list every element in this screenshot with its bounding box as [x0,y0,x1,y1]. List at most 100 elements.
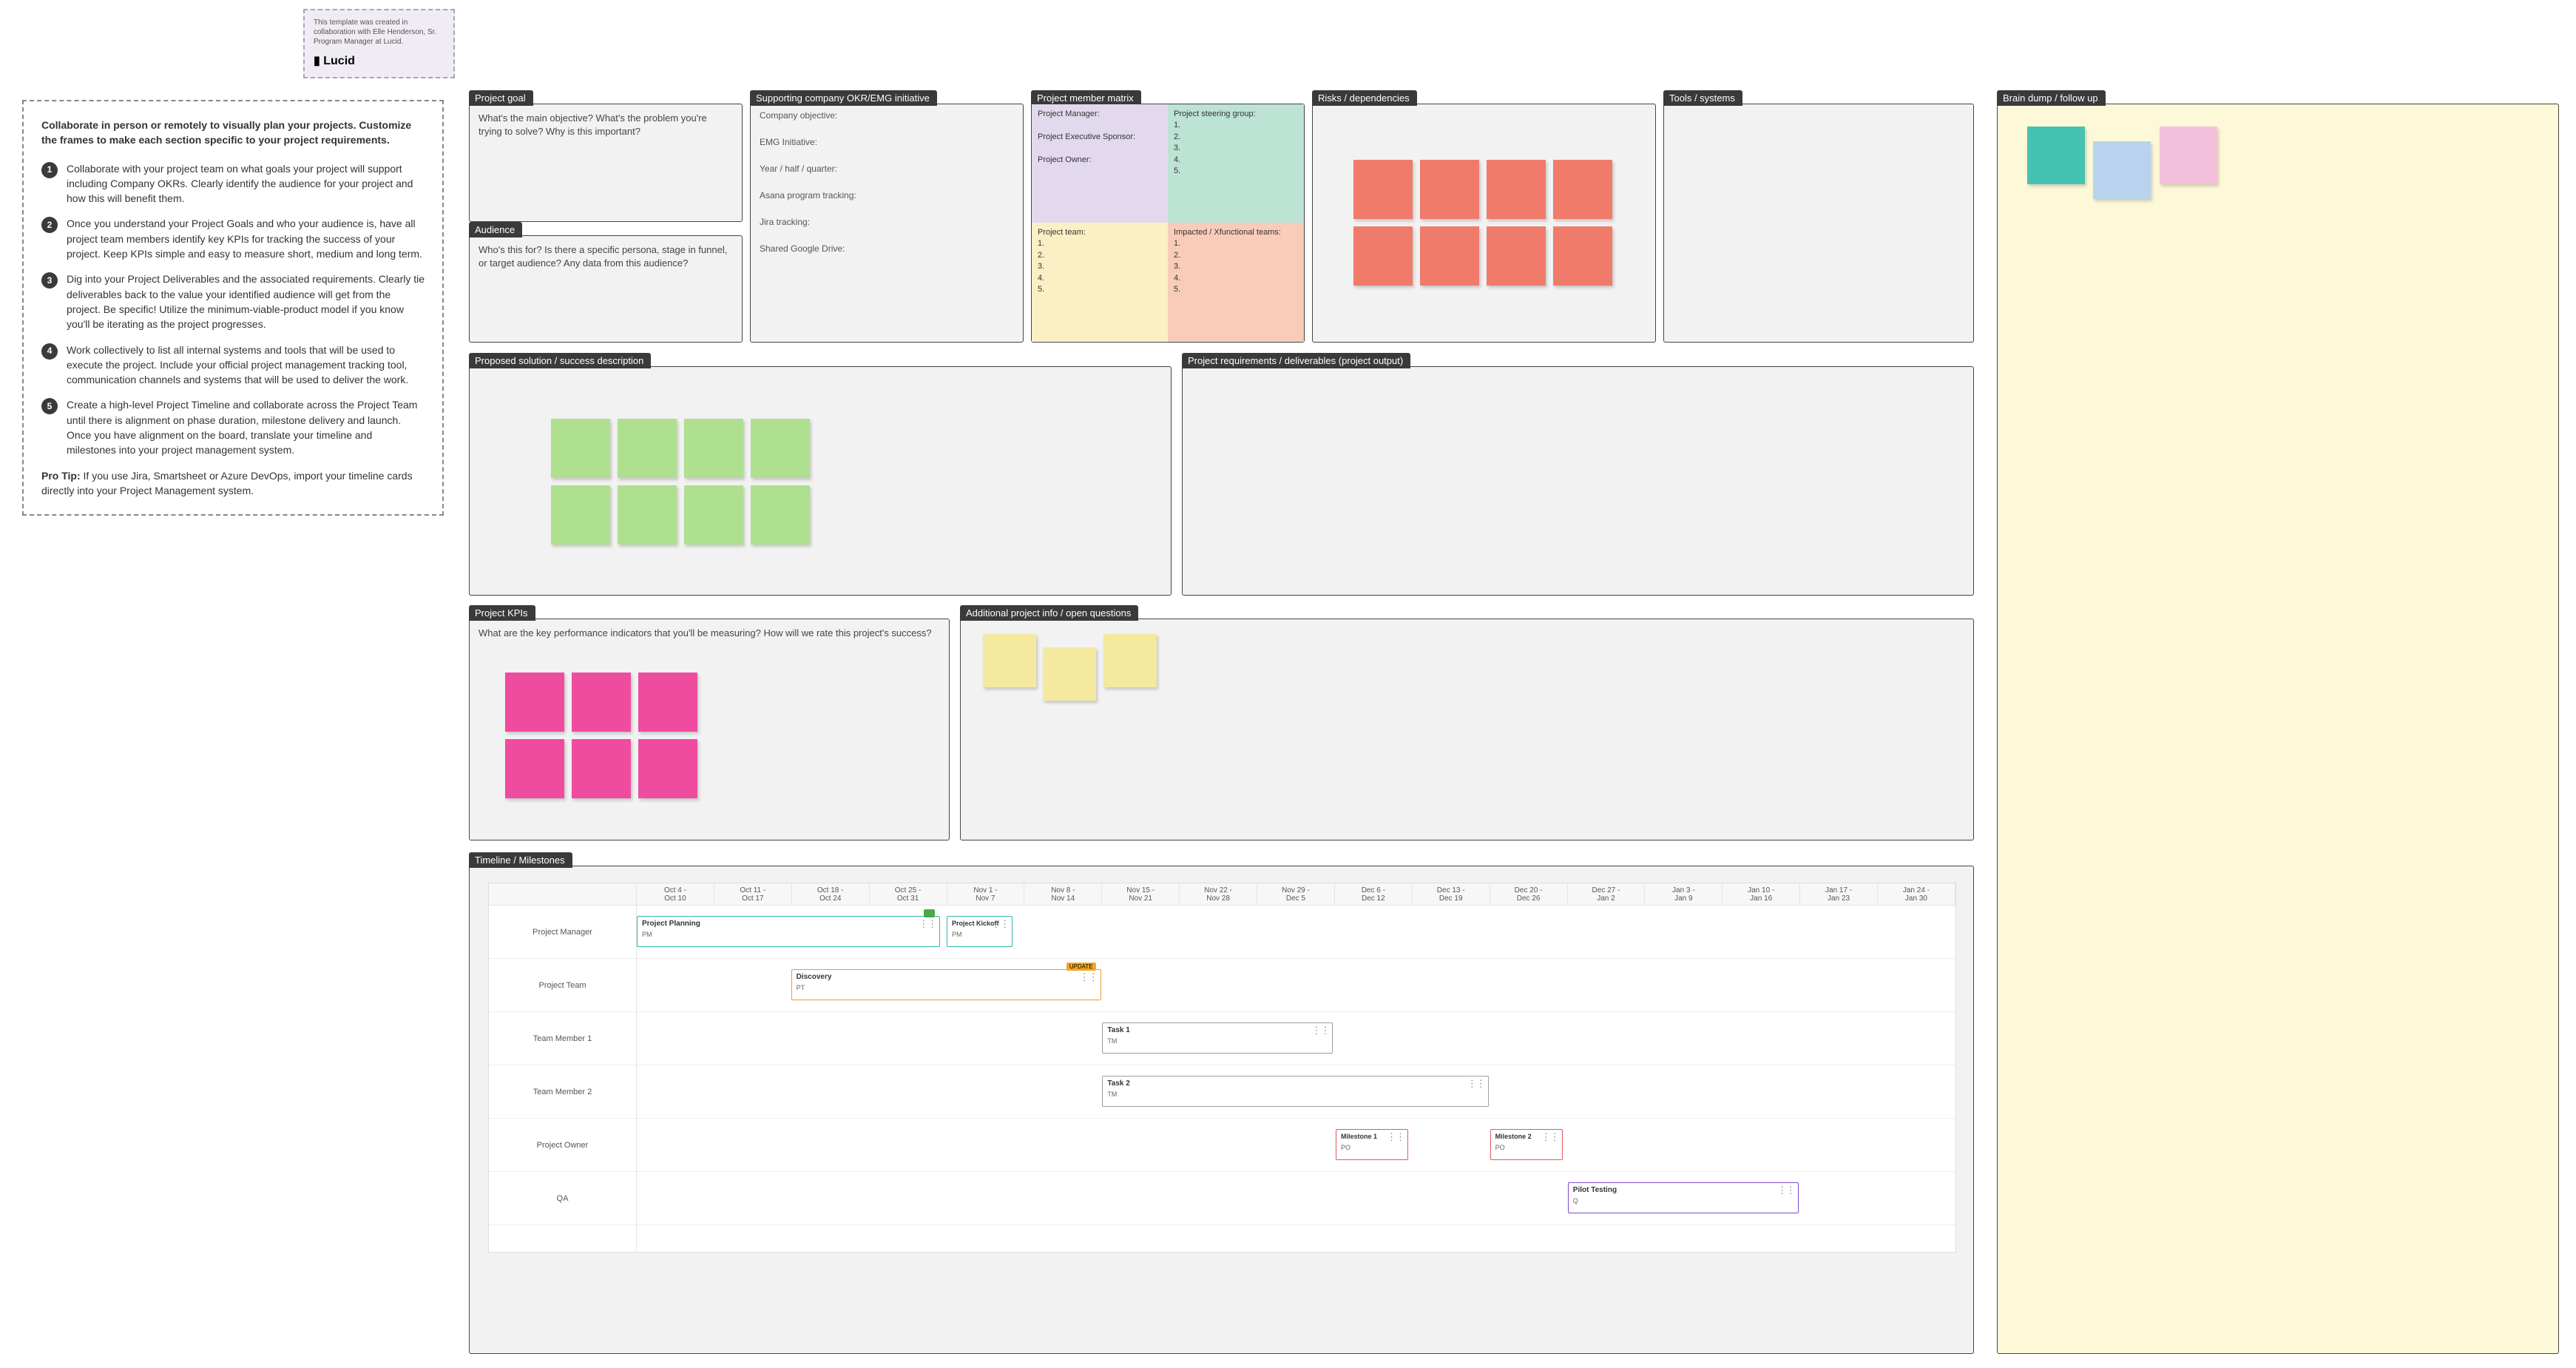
timeline-col: Nov 8 -Nov 14 [1024,883,1102,906]
sticky-note[interactable] [505,739,564,798]
timeline-col: Dec 13 -Dec 19 [1413,883,1490,906]
timeline-col: Jan 3 -Jan 9 [1645,883,1723,906]
sticky-note[interactable] [2093,141,2151,199]
task-card[interactable]: ⋮⋮ Pilot Testing Q [1568,1182,1799,1213]
frame-label: Risks / dependencies [1312,90,1417,106]
frame-project-goal[interactable]: Project goal What's the main objective? … [469,104,743,222]
frame-label: Audience [469,222,522,237]
instructions-lead: Collaborate in person or remotely to vis… [41,118,425,148]
sticky-note[interactable] [2160,127,2217,184]
frame-body: Who's this for? Is there a specific pers… [470,236,742,277]
timeline-col: Nov 29 -Dec 5 [1257,883,1335,906]
instructions-list: Collaborate with your project team on wh… [41,161,425,458]
frame-body: What's the main objective? What's the pr… [470,104,742,145]
sticky-note[interactable] [1420,226,1479,286]
drag-handle-icon[interactable]: ⋮⋮ [1541,1131,1559,1143]
sticky-note[interactable] [684,419,743,478]
timeline-col: Jan 10 -Jan 16 [1723,883,1800,906]
timeline-col: Jan 17 -Jan 23 [1800,883,1878,906]
sticky-note[interactable] [1420,160,1479,219]
sticky-note[interactable] [1043,647,1096,701]
sticky-note[interactable] [551,485,610,545]
timeline-col: Jan 24 -Jan 30 [1878,883,1955,906]
status-chip [924,909,935,917]
timeline-col: Dec 6 -Dec 12 [1335,883,1413,906]
sticky-note[interactable] [1103,634,1157,687]
task-card[interactable]: ⋮⋮ Project Kickoff PM [947,916,1013,947]
task-card[interactable]: UPDATE ⋮⋮ Discovery PT [791,969,1101,1000]
drag-handle-icon[interactable]: ⋮⋮ [919,918,936,930]
frame-risks[interactable]: Risks / dependencies [1312,104,1656,343]
sticky-note[interactable] [1553,226,1612,286]
sticky-note[interactable] [1487,160,1546,219]
timeline-grid: ⋮⋮ Project Planning PM ⋮⋮ Project Kickof… [637,906,1955,1252]
frame-member-matrix[interactable]: Project member matrix Project Manager: P… [1031,104,1305,343]
timeline-col: Nov 22 -Nov 28 [1180,883,1257,906]
task-card[interactable]: ⋮⋮ Milestone 2 PO [1490,1129,1563,1160]
timeline-col: Oct 18 -Oct 24 [792,883,870,906]
sticky-note[interactable] [618,485,677,545]
sticky-note[interactable] [505,673,564,732]
drag-handle-icon[interactable]: ⋮⋮ [1080,971,1098,983]
sticky-note[interactable] [684,485,743,545]
timeline-table[interactable]: Oct 4 -Oct 10 Oct 11 -Oct 17 Oct 18 -Oct… [488,883,1956,1253]
frame-label: Tools / systems [1663,90,1742,106]
sticky-note[interactable] [1487,226,1546,286]
sticky-note[interactable] [1553,160,1612,219]
frame-label: Project goal [469,90,533,106]
frame-kpis[interactable]: Project KPIs What are the key performanc… [469,619,950,840]
frame-audience[interactable]: Audience Who's this for? Is there a spec… [469,235,743,343]
sticky-note[interactable] [551,419,610,478]
sticky-note[interactable] [638,673,697,732]
frame-braindump[interactable]: Brain dump / follow up [1997,104,2559,1354]
frame-okr[interactable]: Supporting company OKR/EMG initiative Co… [750,104,1024,343]
drag-handle-icon[interactable]: ⋮⋮ [1467,1078,1485,1090]
status-chip: UPDATE [1066,963,1096,971]
drag-handle-icon[interactable]: ⋮⋮ [1387,1131,1404,1143]
instructions-step: Dig into your Project Deliverables and t… [41,272,425,331]
timeline-col: Oct 25 -Oct 31 [870,883,947,906]
frame-label: Brain dump / follow up [1997,90,2106,106]
timeline-col: Nov 1 -Nov 7 [947,883,1025,906]
drag-handle-icon[interactable]: ⋮⋮ [1777,1185,1795,1196]
okr-fields: Company objective: EMG Initiative: Year … [760,110,1014,336]
timeline-header: Oct 4 -Oct 10 Oct 11 -Oct 17 Oct 18 -Oct… [489,883,1955,906]
timeline-col: Dec 20 -Dec 26 [1490,883,1568,906]
frame-timeline[interactable]: Timeline / Milestones Oct 4 -Oct 10 Oct … [469,866,1974,1354]
timeline-col: Oct 11 -Oct 17 [714,883,792,906]
task-card[interactable]: ⋮⋮ Project Planning PM [637,916,940,947]
frame-requirements[interactable]: Project requirements / deliverables (pro… [1182,366,1974,596]
sticky-note[interactable] [618,419,677,478]
frame-body: What are the key performance indicators … [470,619,949,640]
sticky-note[interactable] [1353,226,1413,286]
timeline-roles: Project Manager Project Team Team Member… [489,906,637,1252]
drag-handle-icon[interactable]: ⋮⋮ [1311,1025,1329,1037]
mm-team: Project team: 1. 2. 3. 4. 5. [1032,223,1168,342]
frame-proposed[interactable]: Proposed solution / success description [469,366,1172,596]
sticky-note[interactable] [751,485,810,545]
sticky-note[interactable] [1353,160,1413,219]
frame-label: Timeline / Milestones [469,852,572,868]
instructions-step: Once you understand your Project Goals a… [41,216,425,261]
task-card[interactable]: ⋮⋮ Task 2 TM [1102,1076,1488,1107]
frame-tools[interactable]: Tools / systems [1663,104,1974,343]
instructions-protip: Pro Tip: If you use Jira, Smartsheet or … [41,468,425,499]
frame-label: Project requirements / deliverables (pro… [1182,353,1410,368]
frame-label: Project member matrix [1031,90,1141,106]
task-card[interactable]: ⋮⋮ Milestone 1 PO [1336,1129,1408,1160]
sticky-note[interactable] [2027,127,2085,184]
task-card[interactable]: ⋮⋮ Task 1 TM [1102,1022,1333,1054]
drag-handle-icon[interactable]: ⋮⋮ [991,918,1009,930]
sticky-note[interactable] [572,673,631,732]
attribution-box: This template was created in collaborati… [303,9,455,78]
instructions-step: Create a high-level Project Timeline and… [41,397,425,457]
attribution-text: This template was created in collaborati… [314,18,444,47]
sticky-note[interactable] [572,739,631,798]
timeline-col: Oct 4 -Oct 10 [637,883,714,906]
frame-label: Supporting company OKR/EMG initiative [750,90,937,106]
sticky-note[interactable] [638,739,697,798]
sticky-note[interactable] [751,419,810,478]
frame-additional[interactable]: Additional project info / open questions [960,619,1974,840]
mm-xfunc: Impacted / Xfunctional teams: 1. 2. 3. 4… [1168,223,1304,342]
sticky-note[interactable] [983,634,1036,687]
